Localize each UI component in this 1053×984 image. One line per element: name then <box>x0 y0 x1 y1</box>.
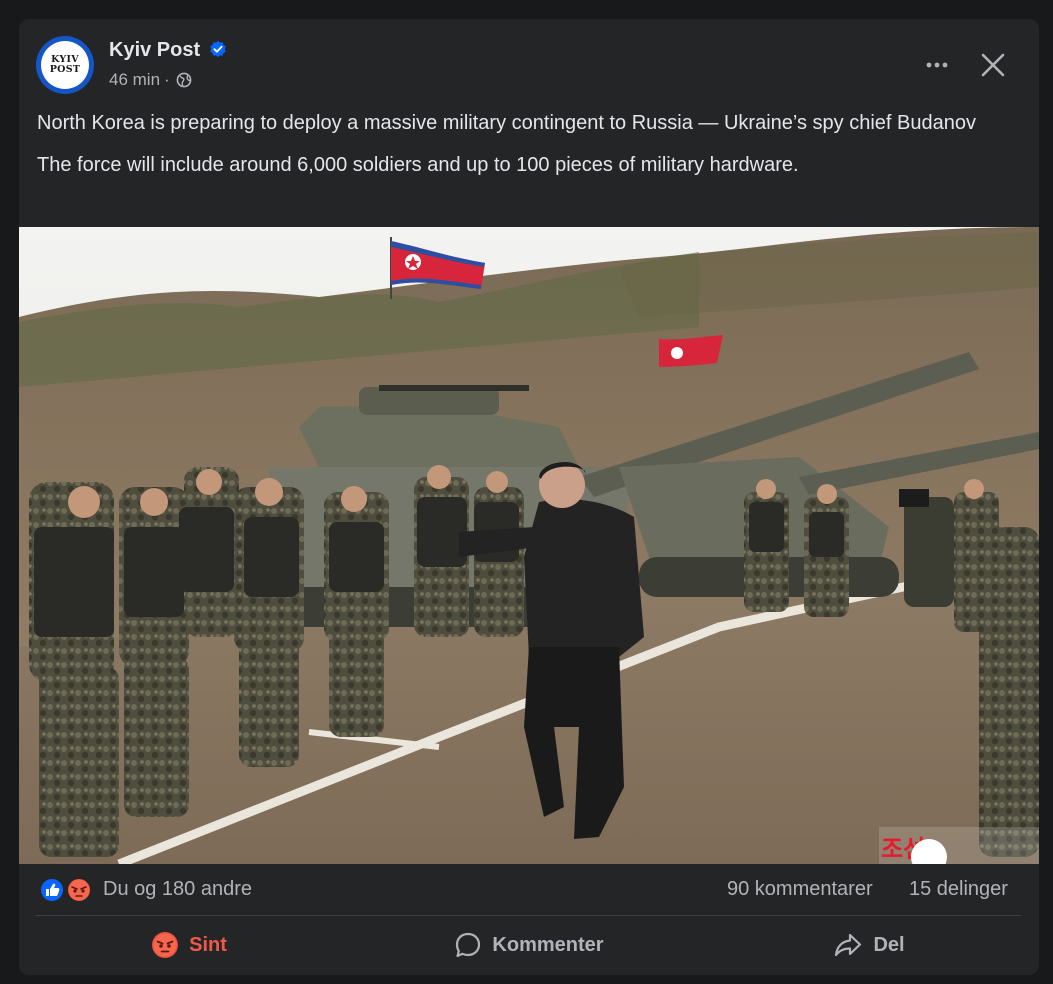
globe-icon <box>176 72 192 88</box>
angry-reaction-icon <box>66 877 92 903</box>
post-time[interactable]: 46 min <box>109 70 160 90</box>
reactions-count[interactable]: Du og 180 andre <box>103 878 252 901</box>
more-options-button[interactable] <box>917 45 957 85</box>
post-meta: 46 min · <box>109 70 192 90</box>
more-icon <box>926 62 948 68</box>
post-headline: North Korea is preparing to deploy a mas… <box>37 112 976 134</box>
meta-separator: · <box>164 70 170 89</box>
post-body: The force will include around 6,000 sold… <box>37 154 799 176</box>
reaction-button[interactable]: Sint <box>29 923 349 967</box>
share-icon <box>835 933 862 957</box>
logo-line-2: POST <box>49 64 81 75</box>
page-logo: KYIV POST <box>41 41 89 89</box>
post-actions: Sint Kommenter Del <box>19 919 1039 971</box>
reaction-icons[interactable] <box>39 877 97 903</box>
shares-count[interactable]: 15 delinger <box>909 878 1008 901</box>
page-name[interactable]: Kyiv Post <box>109 39 200 62</box>
like-reaction-icon <box>39 877 65 903</box>
post-stats: Du og 180 andre 90 kommentarer 15 deling… <box>19 865 1039 915</box>
comment-icon <box>456 932 481 958</box>
page-avatar[interactable]: KYIV POST <box>36 36 94 94</box>
comments-count[interactable]: 90 kommentarer <box>727 878 873 901</box>
photo-illustration: 조선 <box>19 227 1039 864</box>
share-label: Del <box>873 933 905 956</box>
share-button[interactable]: Del <box>709 923 1029 967</box>
verified-badge-icon <box>210 40 226 58</box>
close-icon <box>981 53 1005 77</box>
comment-button[interactable]: Kommenter <box>369 923 689 967</box>
actions-divider <box>36 915 1021 916</box>
reaction-label: Sint <box>189 933 227 956</box>
post-message: North Korea is preparing to deploy a mas… <box>37 109 1022 180</box>
close-button[interactable] <box>971 43 1015 87</box>
comment-label: Kommenter <box>492 933 604 956</box>
angry-reaction-icon <box>152 932 179 958</box>
post-photo[interactable]: 조선 <box>19 227 1039 864</box>
post-header: KYIV POST Kyiv Post 46 min · <box>19 19 1039 109</box>
post-card: KYIV POST Kyiv Post 46 min · North Korea… <box>19 19 1039 975</box>
